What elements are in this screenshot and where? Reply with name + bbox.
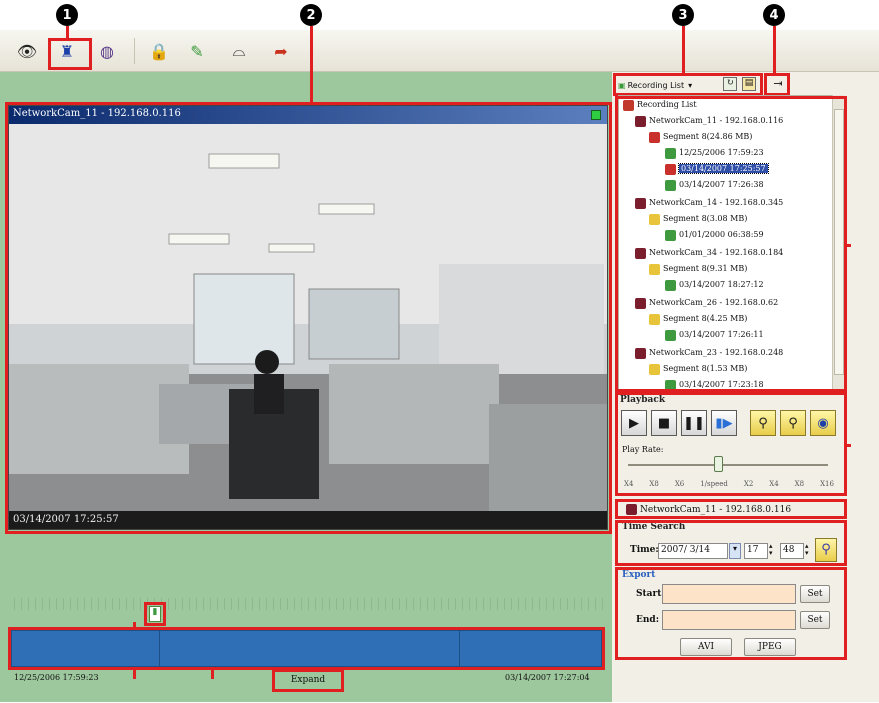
lock-icon[interactable]: 🔒 [146, 38, 172, 64]
timeline-end-label: 03/14/2007 17:27:04 [505, 673, 590, 682]
leader-line-5 [847, 244, 851, 247]
main-toolbar: 👁 ♜ ◍ 🔒 ✎ ⌓ ➦ [0, 30, 879, 72]
leader-line-11 [211, 670, 214, 679]
highlight-recording-list-bar [613, 73, 763, 96]
pencil-icon[interactable]: ✎ [184, 38, 210, 64]
callout-4: 4 [763, 4, 785, 26]
highlight-expand [272, 669, 344, 692]
highlight-export [615, 567, 847, 660]
highlight-camera-label [615, 499, 847, 519]
timeline-ruler [8, 598, 606, 610]
highlight-collapse [764, 73, 790, 96]
callout-3: 3 [672, 4, 694, 26]
leader-line-2 [310, 26, 313, 102]
leader-line-1 [66, 26, 69, 38]
highlight-tree [615, 96, 847, 392]
toolbar-separator [134, 38, 135, 64]
callout-2: 2 [300, 4, 322, 26]
export-icon[interactable]: ➦ [268, 38, 294, 64]
leader-line-4 [773, 26, 776, 73]
highlight-timeline-marker [144, 602, 166, 626]
highlight-playback [615, 392, 847, 496]
leader-line-6 [847, 444, 851, 447]
highlight-time-search [615, 520, 847, 566]
leader-line-3 [682, 26, 685, 73]
highlight-timeline [8, 627, 605, 670]
eye-icon[interactable]: 👁 [14, 38, 40, 64]
stapler-icon[interactable]: ⌓ [226, 38, 252, 64]
highlight-toolbar-button [48, 38, 92, 70]
highlight-video [5, 102, 612, 534]
timeline-start-label: 12/25/2006 17:59:23 [14, 673, 99, 682]
callout-1: 1 [56, 4, 78, 26]
globe-icon[interactable]: ◍ [94, 38, 120, 64]
